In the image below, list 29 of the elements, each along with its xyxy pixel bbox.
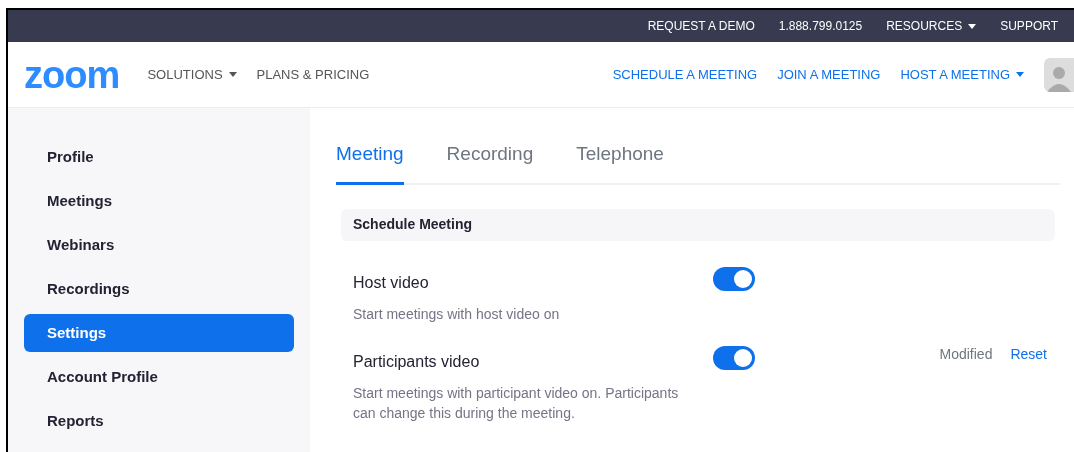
sidebar-item[interactable]: Reports [24,402,294,440]
toggle-switch[interactable] [713,266,755,291]
sidebar-item[interactable]: Account Profile [24,358,294,396]
nav-link[interactable]: SCHEDULE A MEETING [612,64,758,85]
modified-label: Modified [939,344,993,364]
setting-title: Participants video [353,351,481,372]
tab[interactable]: Meeting [336,140,404,185]
tab[interactable]: Telephone [576,140,664,185]
top-bar-link[interactable]: RESOURCES [886,17,977,35]
setting-description: Start meetings with participant video on. Participants can change this during the meeting. [353,383,680,423]
top-bar-link[interactable]: 1.888.799.0125 [778,17,863,35]
sidebar-item[interactable]: Webinars [24,226,294,264]
sidebar-item[interactable]: Profile [24,138,294,176]
toggle-switch[interactable] [713,345,755,370]
setting-title: Host video [353,272,430,293]
nav-link[interactable]: SOLUTIONS [147,64,237,85]
top-bar-link[interactable]: SUPPORT [1000,17,1058,35]
sidebar-item[interactable]: Meetings [24,182,294,220]
sidebar-item[interactable]: Settings [24,314,294,352]
nav-link[interactable]: PLANS & PRICING [256,64,370,85]
section-header: Schedule Meeting [341,208,1055,241]
nav-link[interactable]: HOST A MEETING [900,64,1024,85]
top-bar-link[interactable]: REQUEST A DEMO [647,17,755,35]
tab[interactable]: Recording [446,140,534,185]
avatar-icon[interactable] [1044,57,1074,92]
setting-description: Start meetings with host video on [353,304,561,324]
sidebar-item[interactable]: Recordings [24,270,294,308]
nav-link[interactable]: JOIN A MEETING [777,64,881,85]
reset-link[interactable]: Reset [1010,343,1047,365]
